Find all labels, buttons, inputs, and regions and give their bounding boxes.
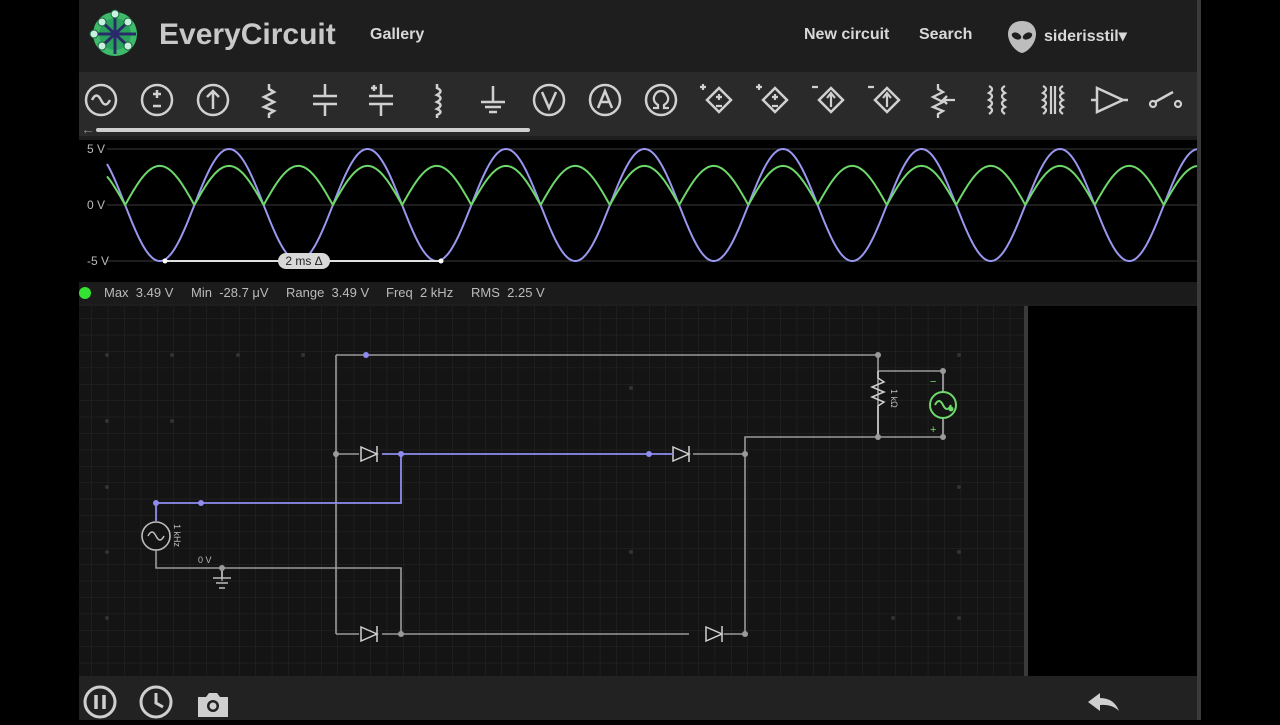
dependent-voltage-source-tool-icon[interactable] — [697, 80, 737, 120]
side-panel — [1028, 306, 1197, 676]
inductor-tool-icon[interactable] — [417, 80, 457, 120]
nav-gallery[interactable]: Gallery — [370, 26, 424, 44]
measure-label: 2 ms Δ — [285, 254, 322, 268]
component-toolbar: ← — [79, 72, 1197, 137]
username-label: siderisstil — [1044, 28, 1119, 45]
transformer-2-tool-icon[interactable] — [1033, 80, 1073, 120]
ground-tool-icon[interactable] — [473, 80, 513, 120]
brand-title[interactable]: EveryCircuit — [159, 18, 336, 52]
resistor-label: 1 kΩ — [889, 389, 899, 408]
dc-source-tool-icon[interactable] — [137, 80, 177, 120]
chevron-down-icon: ▾ — [1118, 28, 1127, 45]
stat-max: Max 3.49 V — [104, 285, 174, 300]
pause-icon[interactable] — [82, 684, 118, 720]
y-label-min: -5 V — [87, 254, 110, 268]
app-window: EveryCircuit Gallery New circuit Search … — [79, 0, 1197, 720]
probe-minus-label: − — [930, 376, 936, 388]
voltmeter-tool-icon[interactable] — [529, 80, 569, 120]
capacitor-tool-icon[interactable] — [305, 80, 345, 120]
y-label-max: 5 V — [87, 142, 106, 156]
undo-arrow-icon[interactable] — [1084, 684, 1120, 720]
y-label-zero: 0 V — [87, 198, 106, 212]
switch-tool-icon[interactable] — [1145, 80, 1185, 120]
toolbar-scrollbar[interactable] — [96, 128, 530, 132]
circuit-canvas[interactable]: 1 kΩ 1 kHz 0 V − + — [79, 306, 1025, 676]
oscilloscope-plot[interactable]: 2 ms Δ — [79, 140, 1197, 282]
ohmmeter-tool-icon[interactable] — [641, 80, 681, 120]
oscilloscope-panel: 2 ms Δ 5 V 0 V -5 V — [79, 140, 1197, 282]
stat-freq: Freq 2 kHz — [386, 285, 454, 300]
measure-handle-left — [162, 258, 168, 264]
measure-handle-right — [438, 258, 444, 264]
alien-avatar-icon[interactable] — [1007, 20, 1037, 54]
probe-plus-label: + — [930, 424, 936, 436]
stat-min: Min -28.7 μV — [191, 285, 269, 300]
dependent-voltage-source-2-tool-icon[interactable] — [753, 80, 793, 120]
everycircuit-logo-icon[interactable] — [82, 2, 148, 66]
nav-search[interactable]: Search — [919, 26, 972, 44]
toolbar-scroll-left-icon[interactable]: ← — [81, 121, 95, 137]
window-edge — [1197, 0, 1201, 720]
nav-new-circuit[interactable]: New circuit — [804, 26, 889, 44]
camera-icon[interactable] — [195, 684, 231, 720]
op-amp-tool-icon[interactable] — [1089, 80, 1129, 120]
measurement-status-bar: Max 3.49 V Min -28.7 μV Range 3.49 V Fre… — [79, 282, 1197, 304]
clock-icon[interactable] — [138, 684, 174, 720]
stat-rms: RMS 2.25 V — [471, 285, 545, 300]
dependent-current-source-2-tool-icon[interactable] — [865, 80, 905, 120]
potentiometer-tool-icon[interactable] — [921, 80, 961, 120]
source-frequency-label: 1 kHz — [172, 524, 182, 548]
top-bar: EveryCircuit Gallery New circuit Search … — [79, 0, 1197, 70]
ac-source-tool-icon[interactable] — [81, 80, 121, 120]
stat-range: Range 3.49 V — [286, 285, 370, 300]
resistor-tool-icon[interactable] — [249, 80, 289, 120]
bottom-toolbar — [79, 676, 1197, 720]
polarized-capacitor-tool-icon[interactable] — [361, 80, 401, 120]
probe-color-indicator[interactable] — [79, 287, 91, 299]
ground-voltage-label: 0 V — [198, 555, 212, 565]
dependent-current-source-tool-icon[interactable] — [809, 80, 849, 120]
current-source-tool-icon[interactable] — [193, 80, 233, 120]
transformer-tool-icon[interactable] — [977, 80, 1017, 120]
ammeter-tool-icon[interactable] — [585, 80, 625, 120]
user-menu[interactable]: siderisstil▾ — [1044, 26, 1127, 46]
